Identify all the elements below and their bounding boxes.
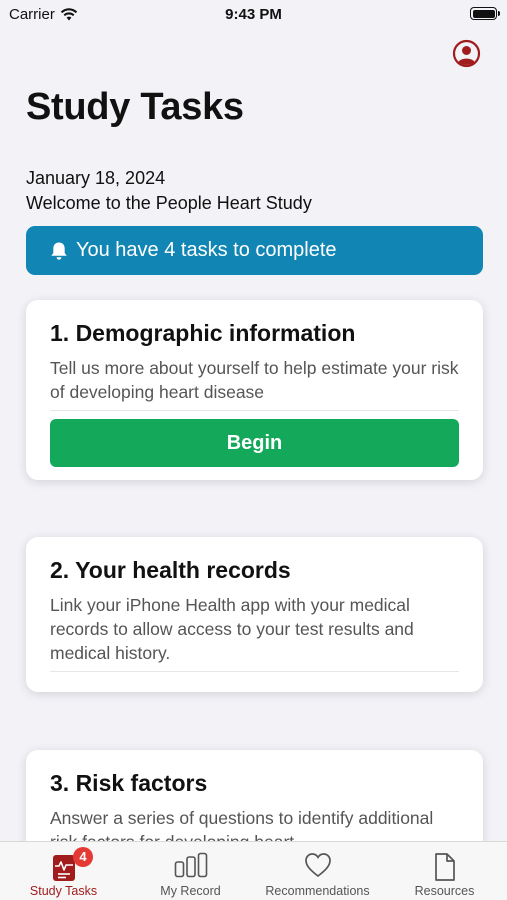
tab-study-tasks[interactable]: 4 Study Tasks — [0, 842, 127, 900]
tasks-banner: You have 4 tasks to complete — [26, 226, 483, 275]
divider — [50, 410, 459, 411]
task-title: 2. Your health records — [50, 557, 291, 583]
welcome-text: Welcome to the People Heart Study — [26, 193, 312, 213]
tab-bar: 4 Study Tasks My Record Recommendations — [0, 841, 507, 900]
banner-text: You have 4 tasks to complete — [76, 239, 337, 261]
status-bar: Carrier 9:43 PM — [0, 0, 507, 30]
task-description: Link your iPhone Health app with your me… — [50, 595, 414, 663]
clipboard-heart-icon — [52, 855, 75, 881]
badge: 4 — [73, 847, 93, 867]
task-card: 1. Demographic information Tell us more … — [26, 300, 483, 480]
divider — [50, 671, 459, 672]
tab-my-record[interactable]: My Record — [127, 842, 254, 900]
tab-label: Study Tasks — [29, 884, 98, 898]
page-title: Study Tasks — [26, 86, 244, 128]
tab-label: Resources — [414, 884, 475, 898]
profile-button[interactable] — [452, 39, 481, 68]
bell-icon — [51, 242, 67, 260]
heart-icon — [304, 853, 331, 878]
bar-chart-icon — [174, 852, 207, 878]
status-time: 9:43 PM — [225, 6, 282, 23]
tab-recommendations[interactable]: Recommendations — [254, 842, 381, 900]
profile-icon — [452, 39, 481, 68]
task-card[interactable]: 2. Your health records Link your iPhone … — [26, 537, 483, 692]
tab-resources[interactable]: Resources — [381, 842, 507, 900]
begin-button[interactable]: Begin — [50, 419, 459, 467]
task-description: Tell us more about yourself to help esti… — [50, 358, 459, 402]
document-icon — [434, 853, 455, 881]
battery-icon — [470, 7, 500, 20]
tab-label: My Record — [160, 884, 221, 898]
date-text: January 18, 2024 — [26, 168, 166, 188]
task-title: 1. Demographic information — [50, 320, 356, 346]
tab-label: Recommendations — [265, 884, 370, 898]
task-title: 3. Risk factors — [50, 770, 208, 796]
